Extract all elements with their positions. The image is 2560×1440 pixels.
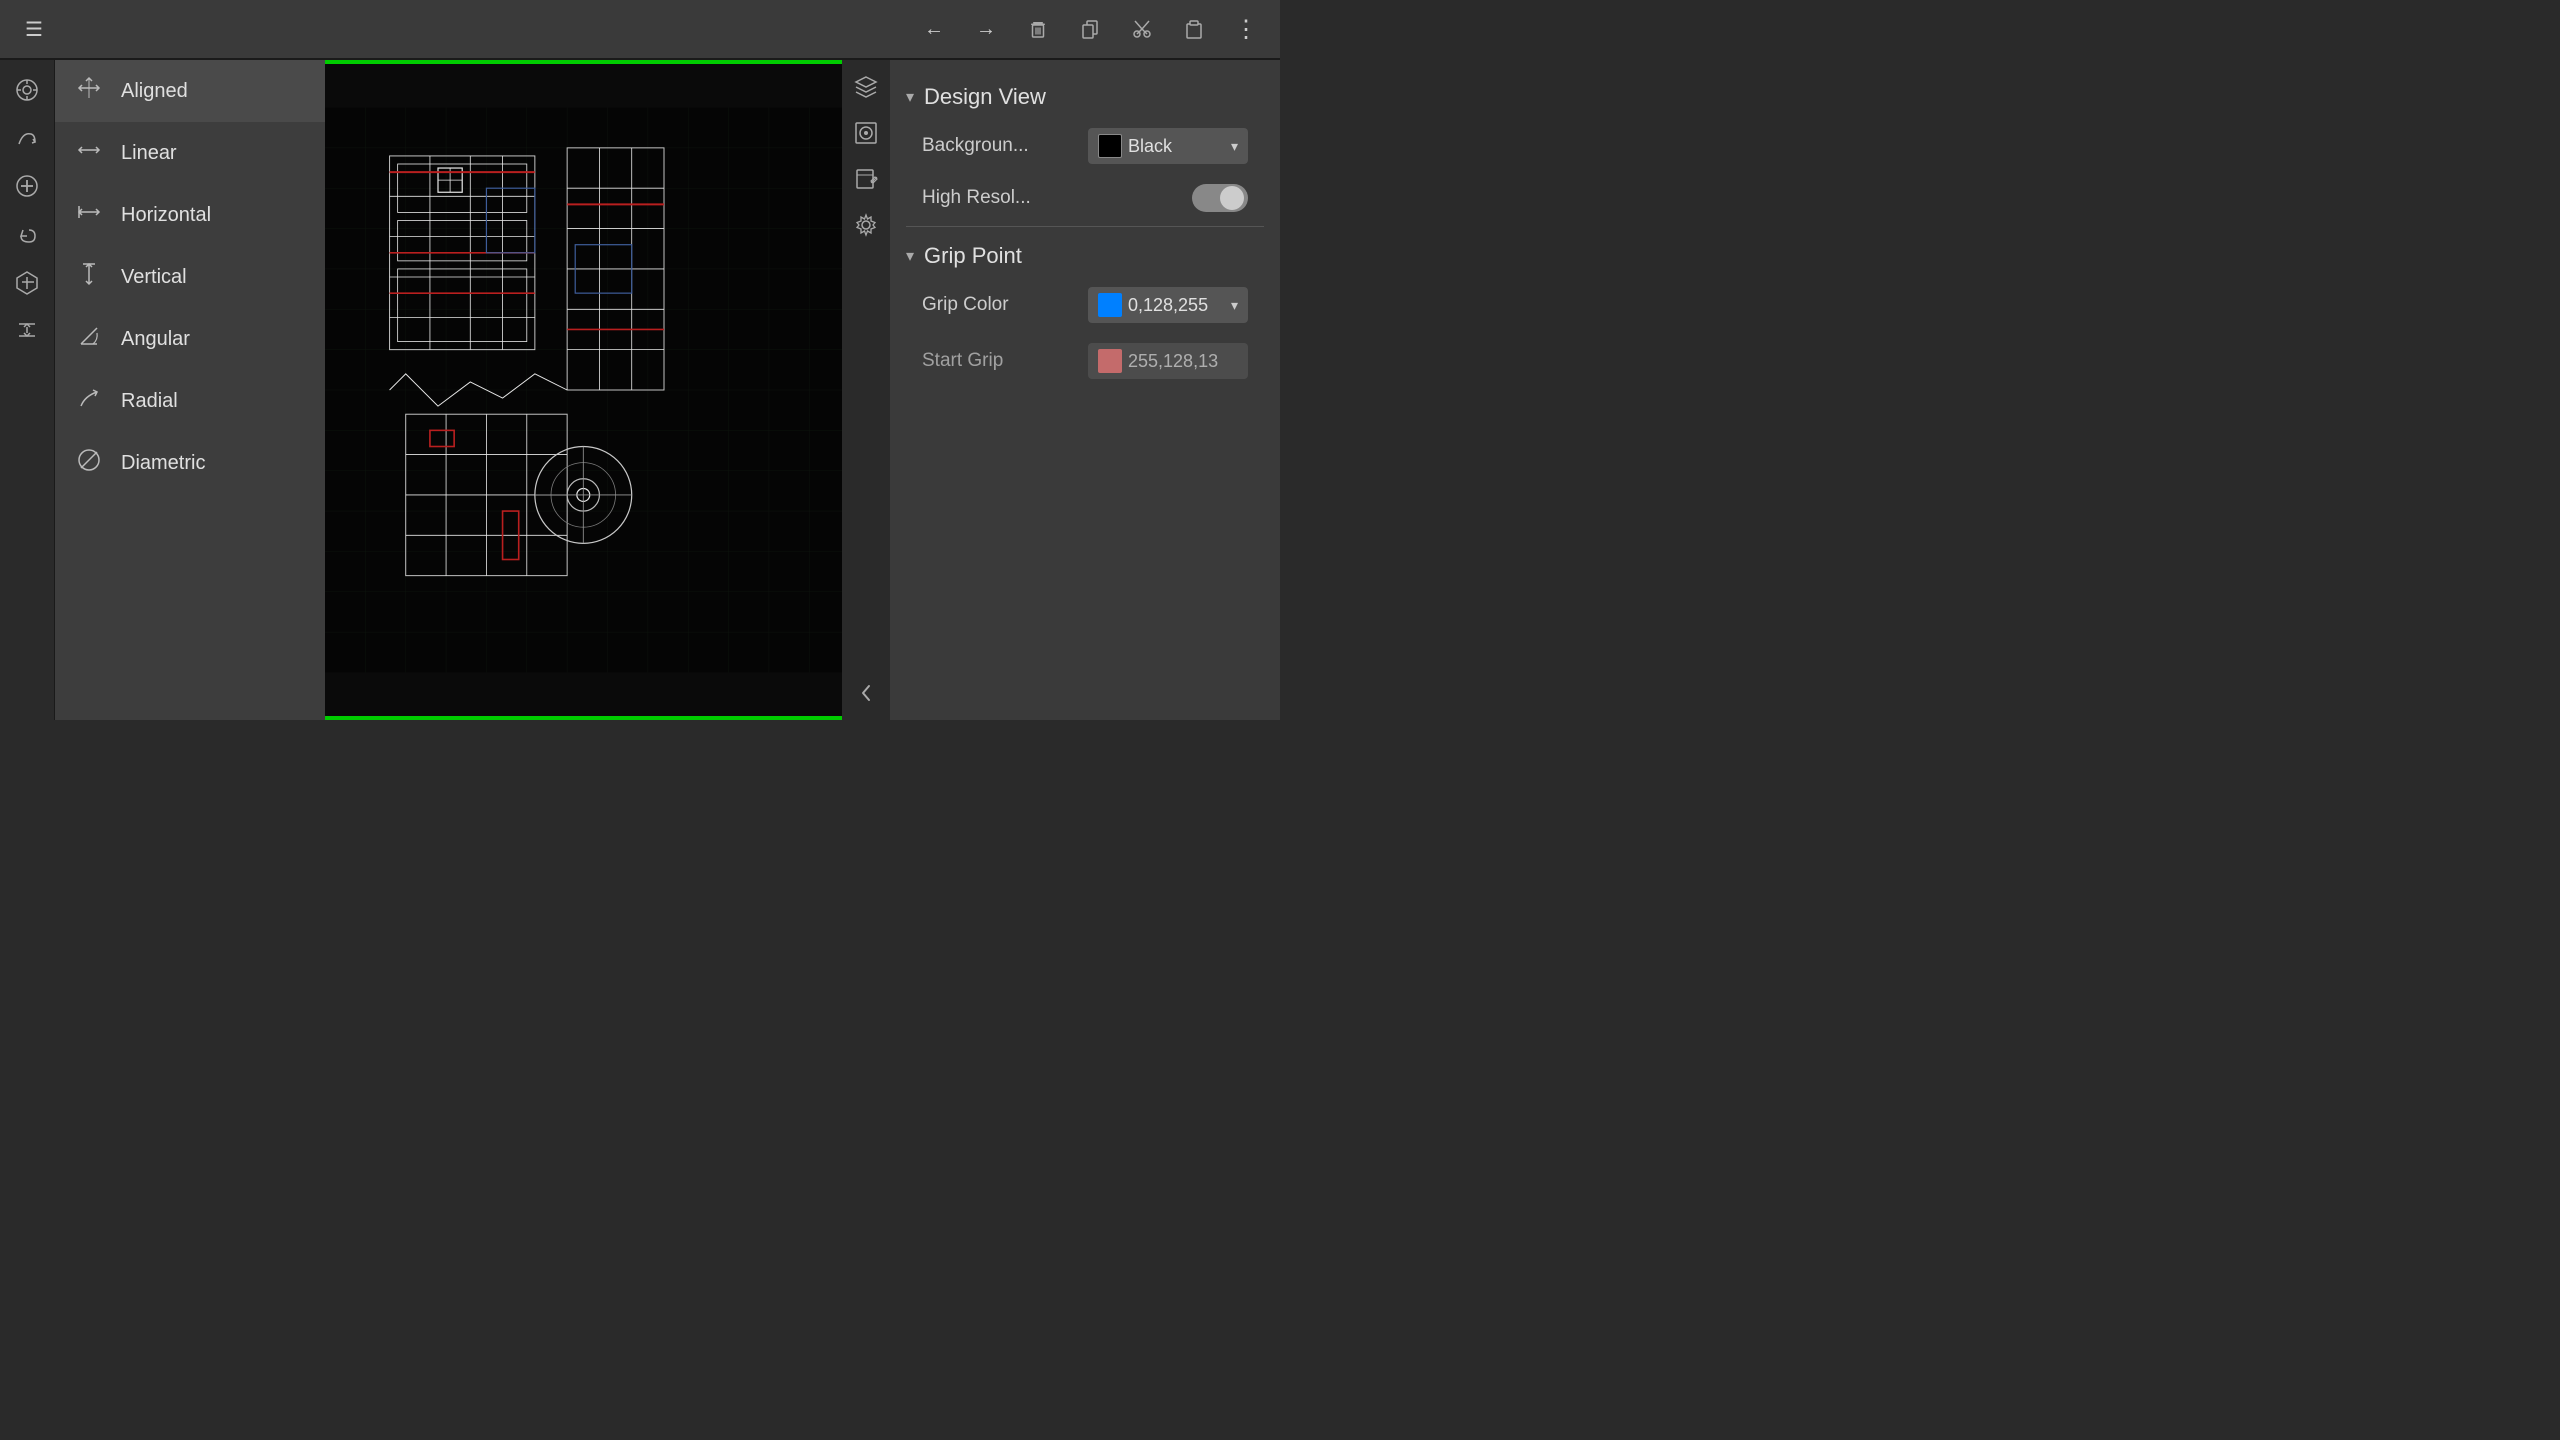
- menu-item-vertical[interactable]: Vertical: [55, 246, 325, 308]
- settings-button[interactable]: [847, 206, 885, 244]
- icon-sidebar: [0, 60, 55, 720]
- angular-label: Angular: [121, 328, 190, 351]
- forward-button[interactable]: →: [964, 7, 1008, 51]
- high-resolution-row: High Resol...: [906, 174, 1264, 222]
- main-content: Aligned Linear Ho: [0, 60, 1280, 720]
- grip-point-chevron: ▾: [906, 246, 914, 266]
- menu-item-diametric[interactable]: Diametric: [55, 432, 325, 494]
- grip-color-swatch: [1098, 293, 1122, 317]
- background-color-name: Black: [1128, 136, 1225, 157]
- grip-color-dropdown-arrow: ▾: [1231, 297, 1238, 314]
- cut-button[interactable]: [1120, 7, 1164, 51]
- high-resolution-toggle[interactable]: [1192, 184, 1248, 212]
- background-row: Backgroun... Black ▾: [906, 118, 1264, 174]
- menu-item-aligned[interactable]: Aligned: [55, 60, 325, 122]
- view-toggle-button[interactable]: [847, 114, 885, 152]
- menu-button[interactable]: ☰: [12, 7, 56, 51]
- horizontal-label: Horizontal: [121, 204, 211, 227]
- start-grip-row: Start Grip 255,128,13: [906, 333, 1264, 389]
- sidebar-tool-add-node[interactable]: [5, 164, 49, 208]
- diametric-icon: [75, 446, 103, 480]
- menu-item-radial[interactable]: Radial: [55, 370, 325, 432]
- design-view-chevron: ▾: [906, 87, 914, 107]
- menu-item-horizontal[interactable]: Horizontal: [55, 184, 325, 246]
- grip-color-value[interactable]: 0,128,255 ▾: [1088, 287, 1248, 323]
- diametric-label: Diametric: [121, 452, 205, 475]
- copy-button[interactable]: [1068, 7, 1112, 51]
- linear-label: Linear: [121, 142, 177, 165]
- design-view-header[interactable]: ▾ Design View: [906, 72, 1264, 118]
- sidebar-tool-target[interactable]: [5, 68, 49, 112]
- vertical-label: Vertical: [121, 266, 187, 289]
- sidebar-tool-curve[interactable]: [5, 116, 49, 160]
- grip-color-label: Grip Color: [922, 294, 1080, 316]
- aligned-label: Aligned: [121, 80, 188, 103]
- layers-button[interactable]: [847, 68, 885, 106]
- high-resolution-label: High Resol...: [922, 187, 1184, 209]
- collapse-panel-button[interactable]: [847, 674, 885, 712]
- aligned-icon: [75, 74, 103, 108]
- vertical-icon: [75, 260, 103, 294]
- more-button[interactable]: ⋮: [1224, 7, 1268, 51]
- paste-button[interactable]: [1172, 7, 1216, 51]
- background-label: Backgroun...: [922, 135, 1080, 157]
- start-grip-number: 255,128,13: [1128, 351, 1238, 372]
- sidebar-tool-undo-path[interactable]: [5, 212, 49, 256]
- background-value[interactable]: Black ▾: [1088, 128, 1248, 164]
- start-grip-value[interactable]: 255,128,13: [1088, 343, 1248, 379]
- delete-button[interactable]: [1016, 7, 1060, 51]
- background-color-swatch: [1098, 134, 1122, 158]
- angular-icon: [75, 322, 103, 356]
- top-toolbar: ☰ ← → ⋮: [0, 0, 1280, 60]
- section-divider-1: [906, 226, 1264, 227]
- start-grip-label: Start Grip: [922, 350, 1080, 372]
- grip-color-number: 0,128,255: [1128, 295, 1225, 316]
- right-panel: ▾ Design View Backgroun... Black ▾ High …: [890, 60, 1280, 720]
- menu-panel: Aligned Linear Ho: [55, 60, 325, 720]
- canvas-area[interactable]: [325, 60, 890, 720]
- back-button[interactable]: ←: [912, 7, 956, 51]
- grip-color-row: Grip Color 0,128,255 ▾: [906, 277, 1264, 333]
- linear-icon: [75, 136, 103, 170]
- canvas-side-toolbar: [842, 60, 890, 720]
- design-view-title: Design View: [924, 84, 1046, 110]
- menu-item-linear[interactable]: Linear: [55, 122, 325, 184]
- cad-drawing[interactable]: [325, 60, 890, 720]
- sidebar-tool-junction[interactable]: [5, 260, 49, 304]
- grip-point-title: Grip Point: [924, 243, 1022, 269]
- grip-point-header[interactable]: ▾ Grip Point: [906, 231, 1264, 277]
- background-dropdown-arrow: ▾: [1231, 138, 1238, 155]
- toggle-knob: [1220, 186, 1244, 210]
- edit-button[interactable]: [847, 160, 885, 198]
- horizontal-icon: [75, 198, 103, 232]
- menu-item-angular[interactable]: Angular: [55, 308, 325, 370]
- radial-icon: [75, 384, 103, 418]
- sidebar-tool-resize[interactable]: [5, 308, 49, 352]
- start-grip-swatch: [1098, 349, 1122, 373]
- radial-label: Radial: [121, 390, 178, 413]
